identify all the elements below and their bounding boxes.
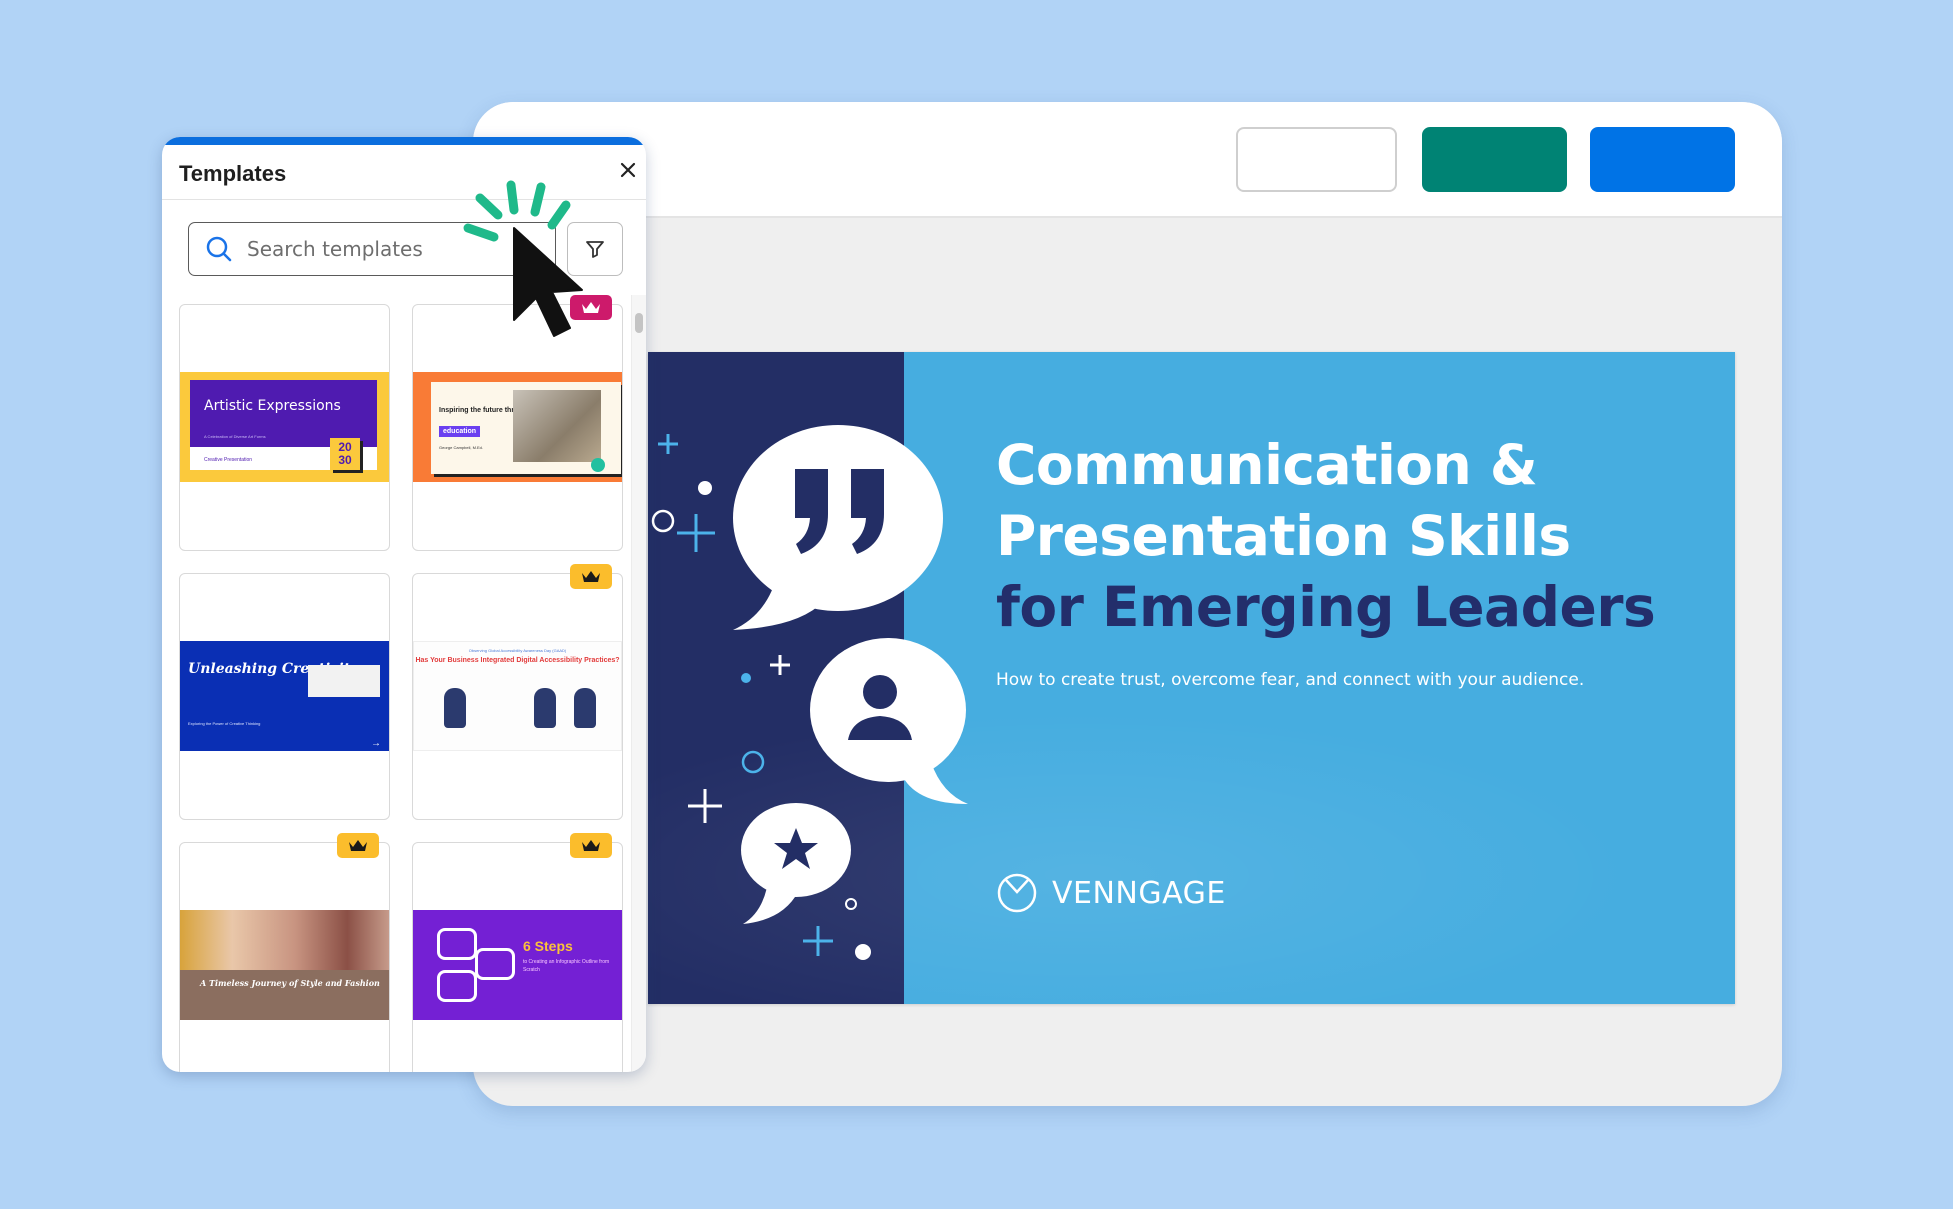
illustration-person <box>534 688 556 728</box>
filter-icon <box>586 241 604 258</box>
panel-accent-bar <box>162 137 646 145</box>
template-thumbnail: Artistic Expressions A Celebration of Di… <box>180 372 389 482</box>
template-footer: Creative Presentation <box>204 457 253 463</box>
template-photo <box>180 910 389 970</box>
blue-button[interactable] <box>1590 127 1735 192</box>
template-thumbnail: A Timeless Journey of Style and Fashion <box>180 910 389 1020</box>
venngage-logo: VENNGAGE <box>996 872 1226 914</box>
arrow-right-icon: → <box>371 738 381 749</box>
template-subtitle: Exploring the Power of Creative Thinking <box>188 721 261 726</box>
close-icon <box>620 162 636 178</box>
illustration-person <box>444 688 466 728</box>
arrow-circle-icon <box>591 458 605 472</box>
template-card[interactable]: 6 Steps to Creating an Infographic Outli… <box>412 833 623 1072</box>
venngage-logo-icon <box>997 873 1037 913</box>
template-card[interactable]: Inspiring the future through education G… <box>412 295 623 551</box>
filter-button[interactable] <box>567 222 623 276</box>
slide-title[interactable]: Communication & Presentation Skills for … <box>996 430 1716 643</box>
template-sketch-image <box>308 665 380 697</box>
quote-bubble-icon <box>733 425 943 630</box>
template-highlight: education <box>439 426 481 437</box>
template-title: 6 Steps <box>523 938 573 954</box>
document-hexagon-icon <box>475 948 515 980</box>
template-title: Artistic Expressions <box>204 398 341 414</box>
template-author: George Campbell, M.Ed. <box>439 445 484 450</box>
close-button[interactable] <box>617 159 639 181</box>
decoration-ring <box>651 509 675 533</box>
template-subtitle: A Celebration of Diverse Art Forms <box>204 434 266 439</box>
search-box[interactable] <box>188 222 556 276</box>
template-subtitle: to Creating an Infographic Outline from … <box>523 959 610 973</box>
template-card[interactable]: Artistic Expressions A Celebration of Di… <box>179 304 390 551</box>
slide-illustration <box>651 425 968 960</box>
template-photo <box>513 390 601 462</box>
decoration-ring <box>741 750 765 774</box>
crown-icon <box>349 839 367 851</box>
template-number: 20 30 <box>330 438 360 470</box>
decoration-dot <box>698 481 712 495</box>
slide-title-line2: Presentation Skills <box>996 504 1571 568</box>
template-kicker: Observing Global Accessibility Awareness… <box>468 648 567 653</box>
panel-title: Templates <box>179 161 287 186</box>
slide-title-line3: for Emerging Leaders <box>996 575 1656 639</box>
pie-hexagon-icon <box>437 970 477 1002</box>
venngage-logo-text: VENNGAGE <box>1052 875 1226 911</box>
search-icon <box>206 236 232 262</box>
premium-badge <box>570 564 612 589</box>
template-title: Has Your Business Integrated Digital Acc… <box>415 657 620 664</box>
panel-divider <box>162 199 646 200</box>
star-bubble-icon <box>741 803 851 924</box>
template-card[interactable]: Unleashing Creativity Exploring the Powe… <box>179 573 390 820</box>
crown-icon <box>582 570 600 582</box>
illustration-person <box>574 688 596 728</box>
decoration-plus-white-icon <box>688 655 790 823</box>
premium-badge <box>570 295 612 320</box>
template-thumbnail: 6 Steps to Creating an Infographic Outli… <box>413 910 622 1020</box>
scrollbar-thumb[interactable] <box>635 313 643 333</box>
chart-hexagon-icon <box>437 928 477 960</box>
person-bubble-icon <box>810 638 968 804</box>
crown-icon <box>582 301 600 313</box>
decoration-ring <box>845 898 857 910</box>
search-input[interactable] <box>247 237 497 261</box>
crown-icon <box>582 839 600 851</box>
template-thumbnail: Observing Global Accessibility Awareness… <box>413 641 622 751</box>
template-thumbnail: Inspiring the future through education G… <box>413 372 622 482</box>
template-thumbnail: Unleashing Creativity Exploring the Powe… <box>180 641 389 751</box>
teal-button[interactable] <box>1422 127 1567 192</box>
panel-scrollbar[interactable] <box>631 295 646 1072</box>
premium-badge <box>570 833 612 858</box>
template-title: A Timeless Journey of Style and Fashion <box>200 978 380 988</box>
editor-window: Communication & Presentation Skills for … <box>473 102 1782 1106</box>
template-card[interactable]: Observing Global Accessibility Awareness… <box>412 564 623 820</box>
premium-badge <box>337 833 379 858</box>
template-card[interactable]: A Timeless Journey of Style and Fashion <box>179 833 390 1072</box>
slide-subtitle[interactable]: How to create trust, overcome fear, and … <box>996 670 1584 690</box>
slide-title-line1: Communication & <box>996 433 1538 497</box>
decoration-dot <box>855 944 871 960</box>
editor-header <box>473 102 1782 218</box>
decoration-dot <box>741 673 751 683</box>
templates-panel: Templates Artistic Expressions A Celebra… <box>162 137 646 1072</box>
outline-button[interactable] <box>1236 127 1397 192</box>
slide-canvas[interactable]: Communication & Presentation Skills for … <box>648 352 1735 1004</box>
